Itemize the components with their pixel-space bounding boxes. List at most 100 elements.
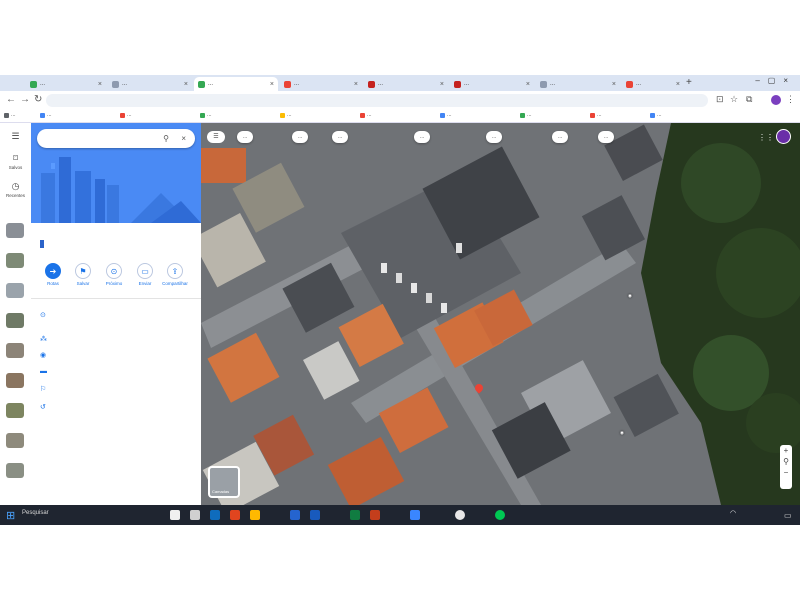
taskbar-app-icon[interactable] <box>290 510 300 520</box>
save-button[interactable]: ⚑ Salvar <box>69 263 97 286</box>
search-icon[interactable]: ⚲ <box>163 129 169 148</box>
taskbar-app-icon[interactable] <box>190 510 200 520</box>
bookmark-item[interactable]: ... <box>120 112 132 118</box>
zoom-out-icon[interactable]: − <box>780 467 792 478</box>
map-filter-chip[interactable]: ... <box>237 131 254 143</box>
recent-place-thumbnail[interactable] <box>6 343 24 358</box>
tab-label: ... <box>40 81 46 87</box>
search-input[interactable]: ⚲ × <box>37 129 195 148</box>
close-tab-icon[interactable]: × <box>270 81 274 88</box>
taskbar-app-icon[interactable] <box>370 510 380 520</box>
extensions-icon[interactable]: ⧉ <box>746 94 752 105</box>
zoom-in-icon[interactable]: + <box>780 445 792 456</box>
recent-place-thumbnail[interactable] <box>6 463 24 478</box>
poi-marker-icon[interactable]: ◉ <box>620 430 624 436</box>
taskbar-app-icon[interactable] <box>210 510 220 520</box>
close-tab-icon[interactable]: × <box>98 81 102 88</box>
forward-icon[interactable]: → <box>20 94 30 105</box>
bookmark-item[interactable]: ... <box>280 112 292 118</box>
taskbar-search[interactable]: Pesquisar <box>22 510 49 516</box>
browser-tab[interactable]: ... × <box>450 77 534 91</box>
recent-place-thumbnail[interactable] <box>6 313 24 328</box>
poi-marker-icon[interactable]: ◉ <box>628 293 632 299</box>
map-toolbar-more-button[interactable]: ☰ <box>207 131 225 143</box>
browser-tab[interactable]: ... × <box>26 77 106 91</box>
nearby-button[interactable]: ⊙ Próximo <box>100 263 128 286</box>
browser-tab[interactable]: ... × <box>622 77 684 91</box>
reload-icon[interactable]: ↻ <box>34 94 42 105</box>
address-bar[interactable] <box>46 94 708 107</box>
new-tab-button[interactable]: + <box>686 77 692 88</box>
place-hero-image[interactable]: ⚲ × <box>31 123 201 223</box>
close-tab-icon[interactable]: × <box>526 81 530 88</box>
maps-side-rail: ☰ ⌑ Salvos ◷ Recentes <box>0 123 31 505</box>
account-avatar[interactable] <box>776 129 791 144</box>
recent-place-thumbnail[interactable] <box>6 403 24 418</box>
bookmark-item[interactable]: ... <box>200 112 212 118</box>
bookmark-item[interactable]: ... <box>4 112 16 118</box>
wifi-icon[interactable]: ◠ <box>730 509 736 517</box>
browser-tab[interactable]: ... × <box>108 77 192 91</box>
rail-saved-button[interactable]: ⌑ Salvos <box>2 153 29 170</box>
rail-recents-button[interactable]: ◷ Recentes <box>2 181 29 198</box>
map-filter-chip[interactable]: ... <box>552 131 569 143</box>
windows-start-icon[interactable]: ⊞ <box>6 509 15 522</box>
place-icon: ◉ <box>40 352 47 359</box>
business-icon: ▬ <box>40 368 47 375</box>
bookmark-item[interactable]: ... <box>590 112 602 118</box>
bookmarks-bar: ... ... ... ... ... ... ... ... ... ... <box>0 110 800 123</box>
action-label: Enviar <box>138 281 152 286</box>
profile-avatar[interactable] <box>771 95 781 105</box>
zoom-controls[interactable]: + ⚲ − <box>780 445 792 489</box>
rail-menu-button[interactable]: ☰ <box>2 131 29 143</box>
recent-place-thumbnail[interactable] <box>6 253 24 268</box>
bookmark-item[interactable]: ... <box>440 112 452 118</box>
browser-tab-active[interactable]: ... × <box>194 77 278 91</box>
bookmark-item[interactable]: ... <box>40 112 52 118</box>
browser-tab[interactable]: ... × <box>280 77 362 91</box>
taskbar-app-icon[interactable] <box>170 510 180 520</box>
more-menu-icon[interactable]: ⋮ <box>786 94 795 105</box>
close-tab-icon[interactable]: × <box>354 81 358 88</box>
taskbar-app-icon[interactable] <box>350 510 360 520</box>
bookmark-star-icon[interactable]: ☆ <box>730 94 738 105</box>
recent-place-thumbnail[interactable] <box>6 223 24 238</box>
close-tab-icon[interactable]: × <box>676 81 680 88</box>
close-tab-icon[interactable]: × <box>612 81 616 88</box>
close-tab-icon[interactable]: × <box>440 81 444 88</box>
taskbar-app-icon[interactable] <box>410 510 420 520</box>
bookmark-item[interactable]: ... <box>650 112 662 118</box>
taskbar-app-icon[interactable] <box>230 510 240 520</box>
back-icon[interactable]: ← <box>6 94 16 105</box>
browser-tab[interactable]: ... × <box>536 77 620 91</box>
whatsapp-taskbar-icon[interactable] <box>495 510 505 520</box>
chrome-taskbar-icon[interactable] <box>455 510 465 520</box>
directions-button[interactable]: ➔ Rotas <box>39 263 67 286</box>
close-tab-icon[interactable]: × <box>184 81 188 88</box>
send-to-phone-button[interactable]: ▭ Enviar <box>131 263 159 286</box>
window-controls[interactable]: –▢× <box>755 76 796 85</box>
map-filter-chip[interactable]: ... <box>332 131 349 143</box>
taskbar-app-icon[interactable] <box>310 510 320 520</box>
bookmark-item[interactable]: ... <box>520 112 532 118</box>
bookmark-item[interactable]: ... <box>360 112 372 118</box>
map-filter-chip[interactable]: ... <box>598 131 615 143</box>
browser-tab[interactable]: ... × <box>364 77 448 91</box>
taskbar-app-icon[interactable] <box>250 510 260 520</box>
notifications-icon[interactable]: ▭ <box>784 511 792 520</box>
bookmark-label: ... <box>47 112 52 118</box>
recent-place-thumbnail[interactable] <box>6 283 24 298</box>
recent-place-thumbnail[interactable] <box>6 433 24 448</box>
satellite-map[interactable] <box>201 123 800 505</box>
layers-button[interactable]: Camadas <box>208 466 240 498</box>
translate-icon[interactable]: ⊡ <box>716 94 724 105</box>
close-icon[interactable]: × <box>181 129 186 148</box>
pegman-icon[interactable]: ⚲ <box>780 456 792 467</box>
share-button[interactable]: ⇪ Compartilhar <box>161 263 189 286</box>
map-filter-chip[interactable]: ... <box>292 131 309 143</box>
recent-place-thumbnail[interactable] <box>6 373 24 388</box>
map-filter-chip[interactable]: ... <box>486 131 503 143</box>
place-plus-code[interactable] <box>40 240 44 248</box>
map-filter-chip[interactable]: ... <box>414 131 431 143</box>
apps-grid-icon[interactable]: ⋮⋮ <box>758 133 774 142</box>
